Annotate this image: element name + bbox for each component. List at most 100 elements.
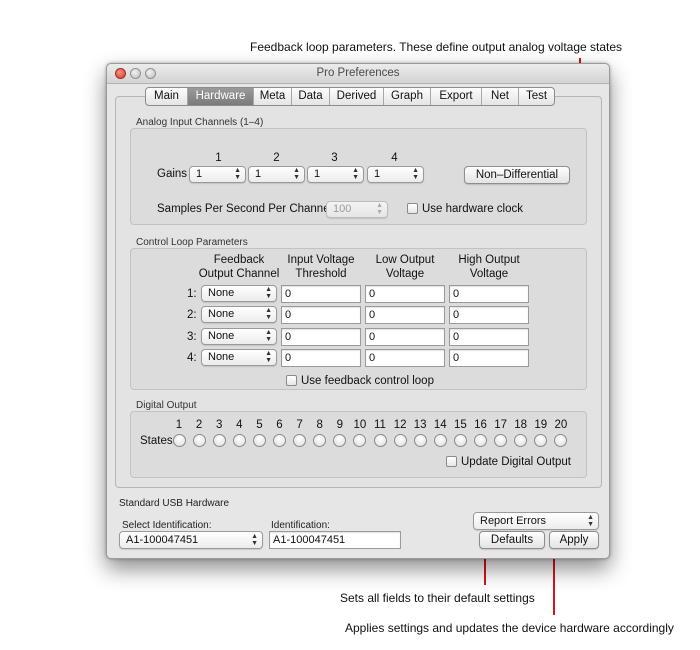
gains-label: Gains	[157, 168, 188, 180]
tab-main[interactable]: Main	[146, 88, 188, 105]
high-output-header: High Output Voltage	[458, 254, 520, 280]
gain-select-3[interactable]: 1 ▲ ▼	[307, 166, 364, 183]
control-row-label: 2:	[187, 309, 197, 321]
digital-state-number: 7	[296, 419, 303, 431]
digital-state-number: 9	[336, 419, 343, 431]
digital-state-number: 5	[256, 419, 263, 431]
gain-select-3-value: 1	[314, 168, 321, 180]
apply-button[interactable]: Apply	[549, 531, 599, 549]
input-threshold-field-1[interactable]: 0	[281, 285, 361, 303]
digital-state-number: 18	[514, 419, 528, 431]
gain-select-2[interactable]: 1 ▲ ▼	[248, 166, 305, 183]
tab-data[interactable]: Data	[292, 88, 330, 105]
channel-number-4: 4	[391, 152, 398, 164]
tab-derived[interactable]: Derived	[330, 88, 384, 105]
identification-label: Identification:	[271, 520, 330, 531]
chevron-updown-icon: ▲ ▼	[265, 329, 272, 343]
digital-state-radio[interactable]	[192, 434, 206, 447]
input-threshold-field-3[interactable]: 0	[281, 328, 361, 346]
select-identification-value: A1-100047451	[126, 534, 199, 546]
digital-state-number: 4	[236, 419, 243, 431]
tab-hardware[interactable]: Hardware	[188, 88, 254, 105]
input-threshold-field-4[interactable]: 0	[281, 349, 361, 367]
defaults-callout-text: Sets all fields to their default setting…	[340, 591, 535, 605]
digital-state-radio[interactable]	[373, 434, 387, 447]
channel-number-3: 3	[331, 152, 338, 164]
tab-meta[interactable]: Meta	[254, 88, 292, 105]
digital-state-radio[interactable]	[172, 434, 186, 447]
select-identification-select[interactable]: A1-100047451 ▲ ▼	[119, 531, 263, 549]
feedback-channel-select-3[interactable]: None ▲ ▼	[201, 328, 277, 345]
digital-state-number: 6	[276, 419, 283, 431]
low-output-field-2[interactable]: 0	[365, 306, 445, 324]
control-row-label: 1:	[187, 288, 197, 300]
low-output-field-1[interactable]: 0	[365, 285, 445, 303]
gain-select-1[interactable]: 1 ▲ ▼	[189, 166, 246, 183]
chevron-updown-icon: ▲ ▼	[251, 533, 258, 547]
high-output-field-2[interactable]: 0	[449, 306, 529, 324]
low-output-field-3[interactable]: 0	[365, 328, 445, 346]
chevron-updown-icon: ▲ ▼	[412, 167, 419, 181]
digital-state-number: 16	[474, 419, 487, 431]
defaults-button[interactable]: Defaults	[479, 531, 545, 549]
feedback-channel-header: Feedback Output Channel	[198, 254, 280, 280]
digital-state-radio[interactable]	[232, 434, 246, 447]
digital-state-number: 20	[554, 419, 568, 431]
high-output-field-1[interactable]: 0	[449, 285, 529, 303]
digital-state-number: 14	[433, 419, 447, 431]
digital-state-radio[interactable]	[273, 434, 286, 447]
feedback-channel-select-1[interactable]: None ▲ ▼	[201, 285, 277, 302]
apply-callout-text: Applies settings and updates the device …	[345, 621, 674, 635]
control-row-label: 3:	[187, 331, 197, 343]
feedback-channel-value: None	[208, 330, 235, 342]
feedback-channel-value: None	[208, 287, 235, 299]
low-output-field-4[interactable]: 0	[365, 349, 445, 367]
report-errors-value: Report Errors	[480, 515, 547, 527]
high-output-field-3[interactable]: 0	[449, 328, 529, 346]
digital-state-radio[interactable]	[433, 434, 447, 447]
digital-state-radio[interactable]	[413, 434, 427, 447]
feedback-channel-select-2[interactable]: None ▲ ▼	[201, 306, 277, 323]
tab-export[interactable]: Export	[431, 88, 482, 105]
digital-state-number: 2	[195, 419, 203, 431]
control-row-label: 4:	[187, 352, 197, 364]
control-group-label: Control Loop Parameters	[136, 237, 248, 248]
digital-state-number: 1	[175, 419, 183, 431]
digital-state-radio[interactable]	[494, 434, 508, 447]
digital-state-number: 3	[215, 419, 223, 431]
feedback-channel-select-4[interactable]: None ▲ ▼	[201, 349, 277, 366]
digital-state-number: 11	[374, 419, 386, 431]
feedback-channel-value: None	[208, 308, 235, 320]
samples-select[interactable]: 100 ▲ ▼	[326, 201, 388, 218]
digital-state-number: 15	[453, 419, 467, 431]
hardware-clock-checkbox[interactable]	[407, 203, 418, 214]
hardware-clock-label: Use hardware clock	[422, 203, 523, 215]
identification-field[interactable]: A1-100047451	[269, 531, 401, 549]
high-output-field-4[interactable]: 0	[449, 349, 529, 367]
digital-state-radio[interactable]	[453, 434, 467, 447]
digital-state-radio[interactable]	[252, 434, 266, 447]
report-errors-select[interactable]: Report Errors ▲ ▼	[473, 512, 599, 530]
digital-state-number: 10	[353, 419, 367, 431]
non-differential-button[interactable]: Non–Differential	[464, 166, 570, 184]
chevron-updown-icon: ▲ ▼	[352, 167, 359, 181]
input-threshold-field-2[interactable]: 0	[281, 306, 361, 324]
tab-graph[interactable]: Graph	[384, 88, 431, 105]
usb-section-label: Standard USB Hardware	[119, 498, 230, 509]
use-feedback-label: Use feedback control loop	[301, 375, 434, 387]
use-feedback-checkbox[interactable]	[286, 375, 297, 386]
digital-state-radio[interactable]	[474, 434, 487, 447]
tab-net[interactable]: Net	[482, 88, 519, 105]
gain-select-4[interactable]: 1 ▲ ▼	[367, 166, 424, 183]
tab-test[interactable]: Test	[519, 88, 554, 105]
update-digital-checkbox[interactable]	[446, 456, 457, 467]
digital-state-radio[interactable]	[212, 434, 226, 447]
digital-state-radio[interactable]	[393, 434, 407, 447]
digital-state-number: 17	[494, 419, 507, 431]
digital-state-radio[interactable]	[293, 434, 307, 447]
update-digital-label: Update Digital Output	[461, 456, 571, 468]
analog-group-label: Analog Input Channels (1–4)	[136, 117, 264, 128]
chevron-updown-icon: ▲ ▼	[587, 514, 594, 528]
tab-bar: Main Hardware Meta Data Derived Graph Ex…	[145, 87, 555, 106]
chevron-updown-icon: ▲ ▼	[265, 286, 272, 300]
